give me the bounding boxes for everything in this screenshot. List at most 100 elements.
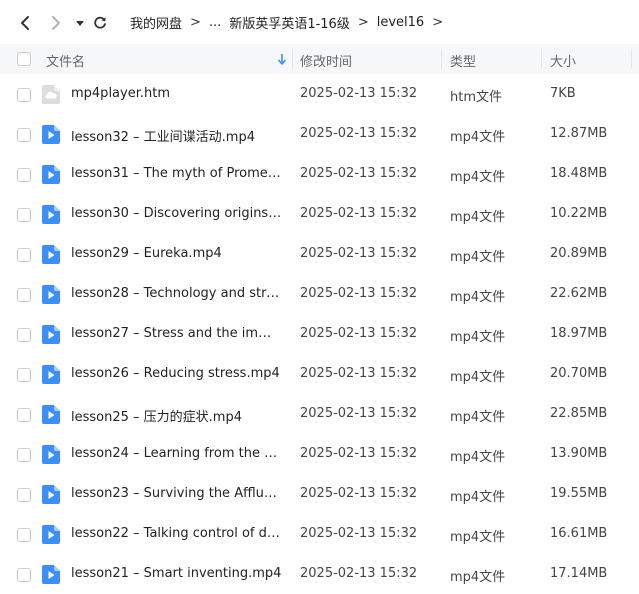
file-name[interactable]: lesson30 – Discovering origins.mp4 <box>71 206 283 221</box>
file-size: 20.89MB <box>550 246 608 261</box>
video-icon <box>42 485 60 504</box>
video-icon <box>42 565 60 584</box>
file-row[interactable]: lesson21 – Smart inventing.mp4 2025-02-1… <box>0 554 639 594</box>
file-name[interactable]: lesson22 – Talking control of debt... <box>71 526 283 541</box>
row-checkbox[interactable] <box>17 288 31 302</box>
video-icon <box>42 285 60 304</box>
file-type: mp4文件 <box>450 530 506 545</box>
column-divider[interactable] <box>441 49 442 69</box>
file-row[interactable]: lesson25 – 压力的症状.mp4 2025-02-13 15:32 mp… <box>0 394 639 434</box>
file-type: mp4文件 <box>450 170 506 185</box>
file-name[interactable]: lesson21 – Smart inventing.mp4 <box>71 566 283 581</box>
file-size: 19.55MB <box>550 486 608 501</box>
row-checkbox[interactable] <box>17 448 31 462</box>
video-icon <box>42 125 60 144</box>
row-checkbox[interactable] <box>17 88 31 102</box>
video-icon <box>42 245 60 264</box>
file-row[interactable]: lesson24 – Learning from the Dep... 2025… <box>0 434 639 474</box>
row-checkbox[interactable] <box>17 528 31 542</box>
column-header-name[interactable]: 文件名 <box>46 51 85 70</box>
breadcrumb-item-current[interactable]: level16 <box>377 15 424 30</box>
row-checkbox[interactable] <box>17 408 31 422</box>
refresh-button[interactable] <box>90 12 110 34</box>
file-name[interactable]: lesson26 – Reducing stress.mp4 <box>71 366 283 381</box>
breadcrumb-item-root[interactable]: 我的网盘 <box>130 13 182 32</box>
file-row[interactable]: lesson27 – Stress and the immune... 2025… <box>0 314 639 354</box>
file-size: 22.85MB <box>550 406 608 421</box>
file-name[interactable]: lesson23 – Surviving the Affluenza ... <box>71 486 283 501</box>
file-size: 13.90MB <box>550 446 608 461</box>
breadcrumb-separator: > <box>357 14 369 30</box>
file-size: 22.62MB <box>550 286 608 301</box>
caret-down-icon <box>76 21 84 26</box>
breadcrumb-ellipsis[interactable]: ... <box>209 15 221 30</box>
breadcrumb-item-course[interactable]: 新版英孚英语1-16级 <box>229 13 350 32</box>
file-row[interactable]: mp4player.htm 2025-02-13 15:32 htm文件 7KB <box>0 74 639 114</box>
forward-button[interactable] <box>46 12 66 34</box>
back-button[interactable] <box>15 12 35 34</box>
file-row[interactable]: lesson26 – Reducing stress.mp4 2025-02-1… <box>0 354 639 394</box>
column-divider[interactable] <box>541 49 542 69</box>
file-size: 7KB <box>550 86 576 101</box>
file-type: mp4文件 <box>450 130 506 145</box>
column-divider[interactable] <box>631 49 632 69</box>
row-checkbox[interactable] <box>17 168 31 182</box>
breadcrumb-separator: > <box>432 14 444 30</box>
file-row[interactable]: lesson29 – Eureka.mp4 2025-02-13 15:32 m… <box>0 234 639 274</box>
file-row[interactable]: lesson28 – Technology and stress.... 202… <box>0 274 639 314</box>
file-list: mp4player.htm 2025-02-13 15:32 htm文件 7KB… <box>0 74 639 594</box>
file-modified: 2025-02-13 15:32 <box>300 406 418 421</box>
file-size: 17.14MB <box>550 566 608 581</box>
row-checkbox[interactable] <box>17 208 31 222</box>
file-name[interactable]: mp4player.htm <box>71 86 283 101</box>
row-checkbox[interactable] <box>17 128 31 142</box>
video-icon <box>42 525 60 544</box>
history-dropdown-button[interactable] <box>70 12 90 34</box>
file-type: htm文件 <box>450 90 503 105</box>
file-row[interactable]: lesson23 – Surviving the Affluenza ... 2… <box>0 474 639 514</box>
toolbar: 我的网盘 > ... 新版英孚英语1-16级 > level16 > <box>0 0 639 44</box>
refresh-icon <box>94 16 106 29</box>
chevron-left-icon <box>21 16 29 30</box>
row-checkbox[interactable] <box>17 328 31 342</box>
row-checkbox[interactable] <box>17 368 31 382</box>
column-header-modified[interactable]: 修改时间 <box>300 51 352 70</box>
file-size: 10.22MB <box>550 206 608 221</box>
file-modified: 2025-02-13 15:32 <box>300 566 418 581</box>
row-checkbox[interactable] <box>17 488 31 502</box>
file-name[interactable]: lesson24 – Learning from the Dep... <box>71 446 283 461</box>
row-checkbox[interactable] <box>17 568 31 582</box>
file-row[interactable]: lesson22 – Talking control of debt... 20… <box>0 514 639 554</box>
file-modified: 2025-02-13 15:32 <box>300 206 418 221</box>
video-icon <box>42 445 60 464</box>
file-row[interactable]: lesson30 – Discovering origins.mp4 2025-… <box>0 194 639 234</box>
file-modified: 2025-02-13 15:32 <box>300 366 418 381</box>
file-name[interactable]: lesson29 – Eureka.mp4 <box>71 246 283 261</box>
file-name[interactable]: lesson31 – The myth of Promethe... <box>71 166 283 181</box>
file-size: 20.70MB <box>550 366 608 381</box>
breadcrumb-separator: > <box>190 14 201 30</box>
file-type: mp4文件 <box>450 490 506 505</box>
video-icon <box>42 365 60 384</box>
chevron-right-icon <box>52 16 60 30</box>
file-row[interactable]: lesson31 – The myth of Promethe... 2025-… <box>0 154 639 194</box>
file-modified: 2025-02-13 15:32 <box>300 126 418 141</box>
video-icon <box>42 205 60 224</box>
video-icon <box>42 405 60 424</box>
file-name[interactable]: lesson32 – 工业间谍活动.mp4 <box>71 126 283 145</box>
file-row[interactable]: lesson32 – 工业间谍活动.mp4 2025-02-13 15:32 m… <box>0 114 639 154</box>
select-all-checkbox[interactable] <box>17 52 31 66</box>
file-type: mp4文件 <box>450 370 506 385</box>
file-size: 12.87MB <box>550 126 608 141</box>
column-divider[interactable] <box>292 49 293 69</box>
file-name[interactable]: lesson27 – Stress and the immune... <box>71 326 283 341</box>
column-header-size[interactable]: 大小 <box>550 51 576 70</box>
column-header-type[interactable]: 类型 <box>450 51 476 70</box>
file-name[interactable]: lesson25 – 压力的症状.mp4 <box>71 406 283 425</box>
sort-descending-icon[interactable] <box>277 53 287 65</box>
row-checkbox[interactable] <box>17 248 31 262</box>
file-type: mp4文件 <box>450 290 506 305</box>
file-modified: 2025-02-13 15:32 <box>300 86 418 101</box>
file-name[interactable]: lesson28 – Technology and stress.... <box>71 286 283 301</box>
file-type: mp4文件 <box>450 410 506 425</box>
